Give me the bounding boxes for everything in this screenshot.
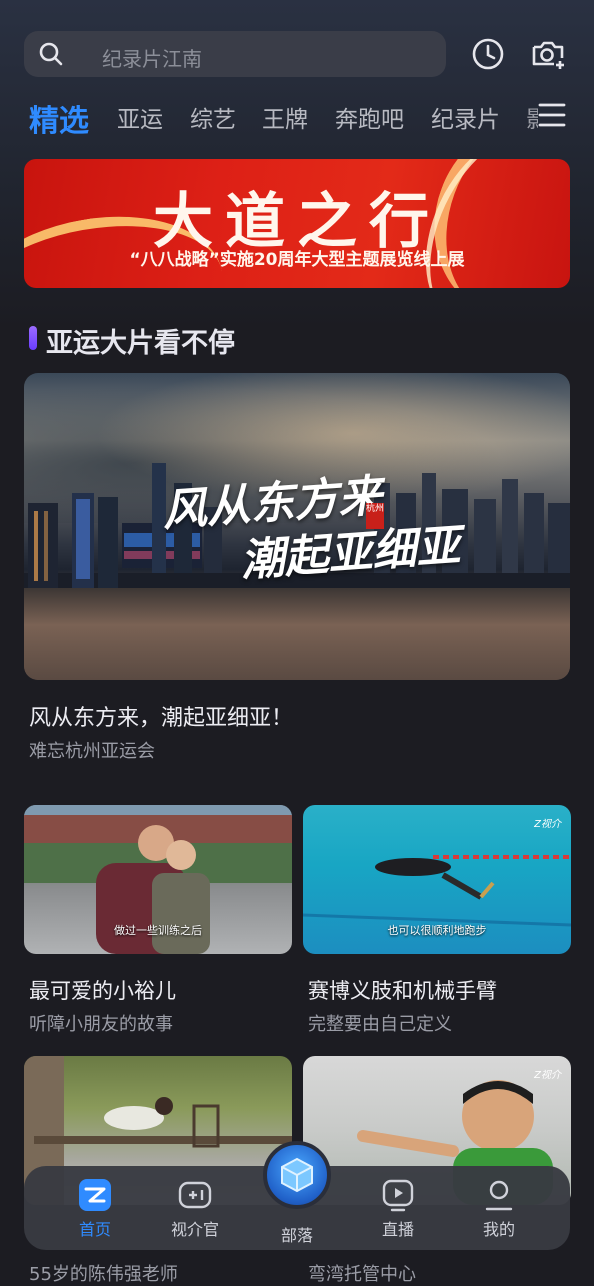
river-reflection xyxy=(24,588,570,680)
tribe-fab-button[interactable] xyxy=(263,1141,331,1209)
menu-icon[interactable] xyxy=(538,102,566,128)
tab-ace[interactable]: 王牌 xyxy=(262,100,308,134)
home-logo-icon xyxy=(79,1179,111,1211)
person-icon xyxy=(485,1180,513,1211)
channel-logo: Z视介 xyxy=(534,819,561,830)
banner-subtitle: “八八战略”实施20周年大型主题展览线上展 xyxy=(129,250,465,270)
nav-label: 视介官 xyxy=(170,1220,219,1239)
play-tv-icon xyxy=(382,1179,414,1212)
hero-subtitle: 难忘杭州亚运会 xyxy=(29,741,155,762)
card-subtitle: 55岁的陈伟强老师 xyxy=(29,1264,178,1285)
tab-asian-games[interactable]: 亚运 xyxy=(117,100,163,134)
card-subtitle: 弯湾托管中心 xyxy=(308,1264,416,1285)
nav-tribe[interactable]: 部落 xyxy=(252,1218,342,1246)
card-caption: 做过一些训练之后 xyxy=(114,924,202,937)
card-title[interactable]: 赛博义肢和机械手臂 xyxy=(308,975,497,1005)
channel-logo: Z视介 xyxy=(534,1070,561,1081)
search-bar[interactable]: 纪录片江南 xyxy=(24,31,446,77)
card-thumbnail[interactable]: 做过一些训练之后 xyxy=(24,805,292,954)
nav-label: 首页 xyxy=(78,1220,111,1239)
card-thumbnail[interactable]: Z视介 也可以很顺利地跑步 xyxy=(303,805,571,954)
category-tabs: 精选 亚运 综艺 王牌 奔跑吧 纪录片 影 xyxy=(0,96,594,139)
nav-video[interactable]: 视介官 xyxy=(150,1178,240,1240)
tab-running-man[interactable]: 奔跑吧 xyxy=(335,100,404,134)
nav-home[interactable]: 首页 xyxy=(50,1178,140,1240)
card-subtitle: 听障小朋友的故事 xyxy=(29,1014,173,1035)
nav-label: 我的 xyxy=(482,1220,515,1239)
clock-icon[interactable] xyxy=(470,36,506,72)
search-icon xyxy=(39,42,63,66)
card-caption: 也可以很顺利地跑步 xyxy=(387,924,487,937)
nav-me[interactable]: 我的 xyxy=(454,1178,544,1240)
section-accent-bar xyxy=(29,326,37,350)
tab-featured[interactable]: 精选 xyxy=(29,96,89,140)
tab-more-partial[interactable]: 影 xyxy=(526,100,538,134)
nav-label: 部落 xyxy=(280,1226,313,1245)
hero-title[interactable]: 风从东方来，潮起亚细亚！ xyxy=(29,700,293,732)
section-title: 亚运大片看不停 xyxy=(46,328,235,359)
nav-label: 直播 xyxy=(381,1220,414,1239)
search-placeholder: 纪录片江南 xyxy=(102,47,202,71)
card-title[interactable]: 最可爱的小裕儿 xyxy=(29,975,176,1005)
camera-plus-icon[interactable] xyxy=(530,36,566,72)
promo-banner[interactable]: 大道之行 “八八战略”实施20周年大型主题展览线上展 xyxy=(24,159,570,288)
video-plus-icon xyxy=(178,1181,212,1209)
nav-live[interactable]: 直播 xyxy=(353,1178,443,1240)
tab-documentary[interactable]: 纪录片 xyxy=(431,100,500,134)
cube-icon xyxy=(281,1157,313,1193)
tab-variety[interactable]: 综艺 xyxy=(190,100,236,134)
hero-video-thumbnail[interactable]: 风从东方来 杭州 潮起亚细亚 xyxy=(24,373,570,680)
card-subtitle: 完整要由自己定义 xyxy=(308,1014,452,1035)
